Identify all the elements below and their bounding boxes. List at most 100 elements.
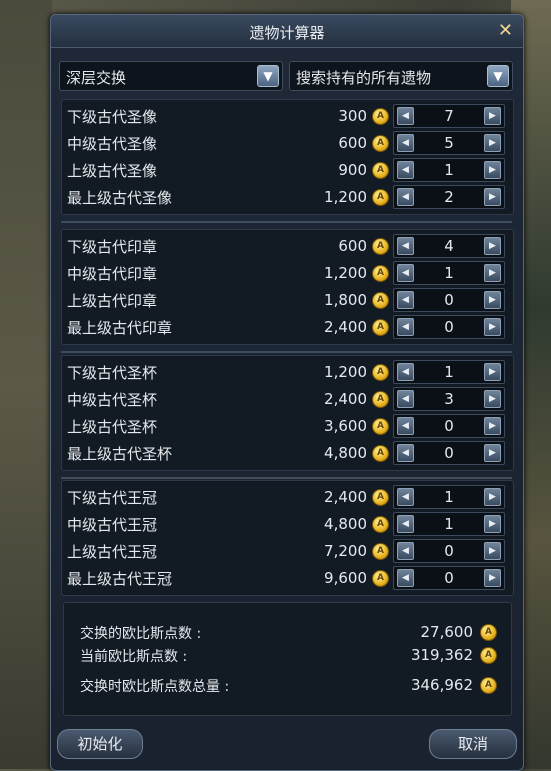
quantity-value[interactable]: 2	[416, 188, 482, 206]
quantity-stepper: ◀ 0 ▶	[393, 315, 505, 339]
quantity-stepper: ◀ 0 ▶	[393, 539, 505, 563]
current-points-row: 当前欧比斯点数 : 319,362 A	[64, 644, 511, 666]
decrease-arrow-icon[interactable]: ◀	[397, 264, 414, 282]
abyss-point-icon: A	[372, 135, 389, 152]
increase-arrow-icon[interactable]: ▶	[484, 444, 501, 462]
decrease-arrow-icon[interactable]: ◀	[397, 134, 414, 152]
chevron-down-icon[interactable]: ▼	[257, 65, 279, 87]
current-points-label: 当前欧比斯点数 :	[80, 649, 188, 665]
decrease-arrow-icon[interactable]: ◀	[397, 390, 414, 408]
increase-arrow-icon[interactable]: ▶	[484, 134, 501, 152]
abyss-point-icon: A	[372, 319, 389, 336]
relic-row: 最上级古代圣杯 4,800 A ◀ 0 ▶	[62, 440, 513, 466]
quantity-value[interactable]: 0	[416, 444, 482, 462]
search-relics-dropdown[interactable]: 搜索持有的所有遗物 ▼	[289, 61, 513, 91]
relic-price: 1,200	[324, 188, 367, 206]
relic-row: 中级古代圣像 600 A ◀ 5 ▶	[62, 130, 513, 156]
quantity-stepper: ◀ 7 ▶	[393, 104, 505, 128]
relic-price: 7,200	[324, 542, 367, 560]
quantity-value[interactable]: 0	[416, 318, 482, 336]
abyss-point-icon: A	[372, 516, 389, 533]
relic-row: 下级古代圣杯 1,200 A ◀ 1 ▶	[62, 359, 513, 385]
quantity-value[interactable]: 4	[416, 237, 482, 255]
close-icon[interactable]: ✕	[498, 20, 513, 41]
increase-arrow-icon[interactable]: ▶	[484, 515, 501, 533]
quantity-value[interactable]: 1	[416, 363, 482, 381]
quantity-stepper: ◀ 1 ▶	[393, 261, 505, 285]
decrease-arrow-icon[interactable]: ◀	[397, 542, 414, 560]
decrease-arrow-icon[interactable]: ◀	[397, 417, 414, 435]
relic-row: 最上级古代圣像 1,200 A ◀ 2 ▶	[62, 184, 513, 210]
decrease-arrow-icon[interactable]: ◀	[397, 569, 414, 587]
increase-arrow-icon[interactable]: ▶	[484, 363, 501, 381]
relic-row: 最上级古代王冠 9,600 A ◀ 0 ▶	[62, 565, 513, 591]
exchange-points-row: 交换的欧比斯点数 : 27,600 A	[64, 621, 511, 643]
quantity-value[interactable]: 7	[416, 107, 482, 125]
quantity-value[interactable]: 0	[416, 291, 482, 309]
quantity-stepper: ◀ 0 ▶	[393, 414, 505, 438]
decrease-arrow-icon[interactable]: ◀	[397, 188, 414, 206]
relic-group: 下级古代圣像 300 A ◀ 7 ▶ 中级古代圣像 600 A ◀ 5 ▶ 上级古代圣像 900 A ◀ 1 ▶ 最…	[61, 99, 514, 215]
quantity-value[interactable]: 0	[416, 569, 482, 587]
title-bar[interactable]: 遗物计算器 ✕	[51, 15, 523, 48]
exchange-mode-label: 深层交换	[66, 69, 127, 87]
relic-row: 下级古代圣像 300 A ◀ 7 ▶	[62, 103, 513, 129]
increase-arrow-icon[interactable]: ▶	[484, 488, 501, 506]
increase-arrow-icon[interactable]: ▶	[484, 161, 501, 179]
abyss-point-icon: A	[372, 162, 389, 179]
relic-price: 600	[338, 134, 367, 152]
increase-arrow-icon[interactable]: ▶	[484, 291, 501, 309]
exchange-mode-dropdown[interactable]: 深层交换 ▼	[59, 61, 283, 91]
game-background-left	[0, 0, 52, 769]
relic-price: 2,400	[324, 488, 367, 506]
quantity-value[interactable]: 0	[416, 542, 482, 560]
reset-button[interactable]: 初始化	[57, 729, 143, 759]
decrease-arrow-icon[interactable]: ◀	[397, 161, 414, 179]
increase-arrow-icon[interactable]: ▶	[484, 318, 501, 336]
decrease-arrow-icon[interactable]: ◀	[397, 237, 414, 255]
quantity-value[interactable]: 1	[416, 515, 482, 533]
increase-arrow-icon[interactable]: ▶	[484, 417, 501, 435]
relic-name: 上级古代圣杯	[67, 418, 158, 436]
increase-arrow-icon[interactable]: ▶	[484, 237, 501, 255]
increase-arrow-icon[interactable]: ▶	[484, 542, 501, 560]
relic-name: 下级古代圣杯	[67, 364, 158, 382]
decrease-arrow-icon[interactable]: ◀	[397, 291, 414, 309]
increase-arrow-icon[interactable]: ▶	[484, 264, 501, 282]
quantity-value[interactable]: 3	[416, 390, 482, 408]
increase-arrow-icon[interactable]: ▶	[484, 390, 501, 408]
current-points-value: 319,362	[410, 646, 473, 664]
decrease-arrow-icon[interactable]: ◀	[397, 318, 414, 336]
quantity-stepper: ◀ 4 ▶	[393, 234, 505, 258]
quantity-stepper: ◀ 1 ▶	[393, 360, 505, 384]
relic-price: 4,800	[324, 444, 367, 462]
relic-name: 中级古代王冠	[67, 516, 158, 534]
relic-group: 下级古代印章 600 A ◀ 4 ▶ 中级古代印章 1,200 A ◀ 1 ▶ 上级古代印章 1,800 A…	[61, 229, 514, 345]
quantity-value[interactable]: 0	[416, 417, 482, 435]
decrease-arrow-icon[interactable]: ◀	[397, 363, 414, 381]
decrease-arrow-icon[interactable]: ◀	[397, 515, 414, 533]
quantity-value[interactable]: 1	[416, 264, 482, 282]
abyss-point-icon: A	[372, 238, 389, 255]
decrease-arrow-icon[interactable]: ◀	[397, 488, 414, 506]
relic-row: 中级古代圣杯 2,400 A ◀ 3 ▶	[62, 386, 513, 412]
abyss-point-icon: A	[372, 418, 389, 435]
abyss-point-icon: A	[372, 570, 389, 587]
quantity-stepper: ◀ 1 ▶	[393, 158, 505, 182]
quantity-value[interactable]: 5	[416, 134, 482, 152]
decrease-arrow-icon[interactable]: ◀	[397, 107, 414, 125]
quantity-stepper: ◀ 0 ▶	[393, 441, 505, 465]
quantity-value[interactable]: 1	[416, 488, 482, 506]
cancel-button[interactable]: 取消	[429, 729, 517, 759]
increase-arrow-icon[interactable]: ▶	[484, 188, 501, 206]
relic-name: 上级古代印章	[67, 292, 158, 310]
chevron-down-icon[interactable]: ▼	[487, 65, 509, 87]
relic-row: 最上级古代印章 2,400 A ◀ 0 ▶	[62, 314, 513, 340]
quantity-value[interactable]: 1	[416, 161, 482, 179]
quantity-stepper: ◀ 1 ▶	[393, 512, 505, 536]
decrease-arrow-icon[interactable]: ◀	[397, 444, 414, 462]
abyss-point-icon: A	[372, 189, 389, 206]
relic-group: 下级古代圣杯 1,200 A ◀ 1 ▶ 中级古代圣杯 2,400 A ◀ 3 ▶ 上级古代圣杯 3,60…	[61, 355, 514, 471]
increase-arrow-icon[interactable]: ▶	[484, 107, 501, 125]
increase-arrow-icon[interactable]: ▶	[484, 569, 501, 587]
